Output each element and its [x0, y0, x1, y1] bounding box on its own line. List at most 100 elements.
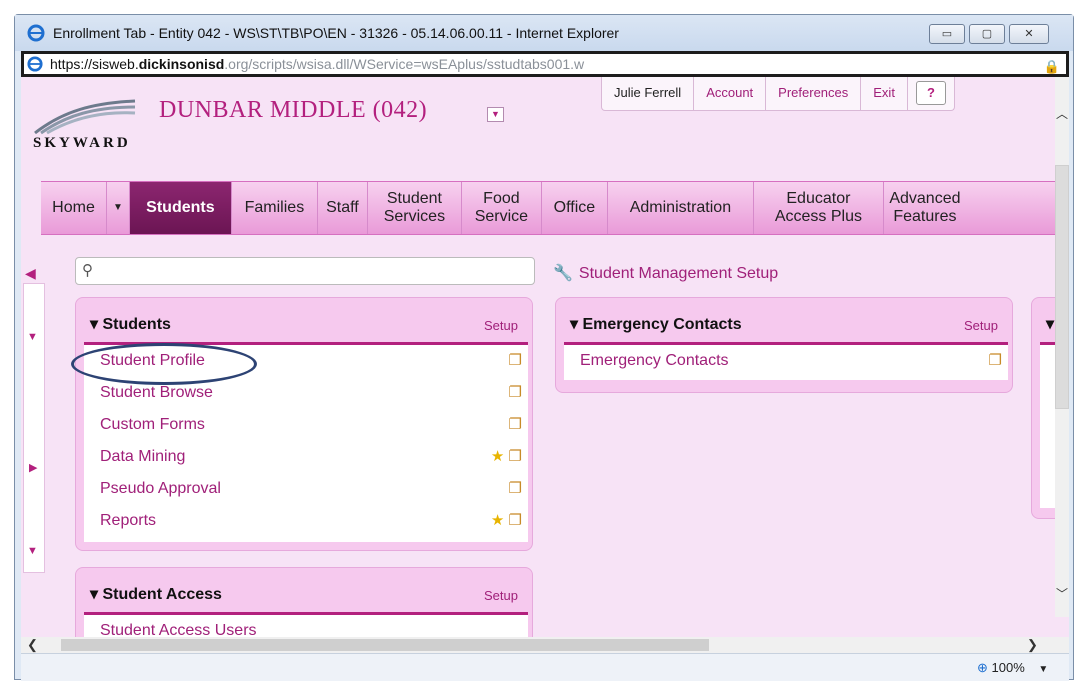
logo-text: SKYWARD [33, 135, 131, 151]
maximize-button[interactable]: ▢ [969, 24, 1005, 44]
page-content: SKYWARD DUNBAR MIDDLE (042) ▼ Julie Ferr… [21, 77, 1069, 637]
list-item[interactable]: Pseudo Approval ❐ [84, 473, 528, 505]
setup-link-label: Student Management Setup [578, 265, 779, 282]
add-favorite-icon[interactable]: ❐ [509, 384, 522, 401]
add-favorite-icon[interactable]: ❐ [509, 448, 522, 465]
custom-forms-link[interactable]: Custom Forms [100, 416, 205, 433]
window-title: Enrollment Tab - Entity 042 - WS\ST\TB\P… [53, 25, 619, 41]
rail-strip [23, 283, 45, 573]
panel-title-text: Student Access [102, 586, 222, 603]
students-setup-link[interactable]: Setup [484, 318, 518, 333]
chevron-down-icon[interactable]: ▼ [107, 182, 130, 234]
collapse-left-icon[interactable]: ◀ [25, 265, 36, 282]
star-icon[interactable]: ★ [491, 512, 504, 529]
top-links: Julie Ferrell Account Preferences Exit ? [601, 77, 955, 111]
tab-food-service[interactable]: Food Service [462, 182, 542, 234]
add-favorite-icon[interactable]: ❐ [509, 352, 522, 369]
triangle-down-icon[interactable]: ▼ [27, 331, 38, 343]
students-panel-header: ▾ Students Setup [76, 298, 532, 344]
vertical-scroll-thumb[interactable] [1055, 165, 1069, 409]
emergency-contacts-link[interactable]: Emergency Contacts [580, 352, 729, 369]
student-access-users-link[interactable]: Student Access Users [100, 622, 257, 637]
tab-educator-access-plus[interactable]: Educator Access Plus [754, 182, 884, 234]
help-button[interactable]: ? [915, 81, 946, 105]
access-panel-header: ▾ Student Access Setup [76, 568, 532, 614]
tab-advanced-features[interactable]: Advanced Features [884, 182, 966, 234]
students-panel: ▾ Students Setup Student Profile ❐ Studen… [75, 297, 533, 551]
status-bar: ⊕ 100% ▼ [21, 653, 1069, 681]
zoom-icon: ⊕ [977, 660, 988, 675]
triangle-right-icon[interactable]: ▶ [29, 461, 37, 474]
panel-title-text: Students [102, 316, 171, 333]
add-favorite-icon[interactable]: ❐ [509, 512, 522, 529]
horizontal-scrollbar[interactable]: ❮ ❯ [21, 637, 1069, 653]
data-mining-link[interactable]: Data Mining [100, 448, 185, 465]
url-suffix: .org/scripts/wsisa.dll/WService=wsEAplus… [224, 56, 585, 72]
skyward-logo: SKYWARD [33, 97, 143, 157]
ie-logo-icon [27, 24, 45, 42]
list-item[interactable]: Custom Forms ❐ [84, 409, 528, 441]
scroll-down-icon[interactable]: ﹀ [1056, 585, 1068, 602]
user-name: Julie Ferrell [602, 77, 695, 110]
chevron-down-icon[interactable]: ▼ [487, 107, 504, 122]
emergency-panel-header: ▾ Emergency Contacts Setup [556, 298, 1012, 344]
access-panel-title[interactable]: ▾ Student Access [90, 584, 222, 604]
emergency-contacts-panel: ▾ Emergency Contacts Setup Emergency Con… [555, 297, 1013, 393]
address-bar[interactable]: https://sisweb.dickinsonisd.org/scripts/… [21, 51, 1069, 77]
scroll-up-icon[interactable]: ︿ [1056, 105, 1068, 122]
lock-icon: 🔒 [1043, 59, 1060, 74]
highlight-circle [71, 343, 257, 385]
swoosh-icon [34, 99, 136, 135]
add-favorite-icon[interactable]: ❐ [989, 352, 1002, 369]
url-prefix: https://sisweb. [50, 56, 139, 72]
student-management-setup-link[interactable]: 🔧 Student Management Setup [553, 263, 778, 283]
zoom-level: 100% [991, 660, 1025, 675]
exit-link[interactable]: Exit [861, 77, 908, 110]
star-icon[interactable]: ★ [491, 448, 504, 465]
account-link[interactable]: Account [694, 77, 767, 110]
school-name[interactable]: DUNBAR MIDDLE (042) [159, 97, 427, 124]
chevron-down-icon[interactable]: ▼ [1038, 664, 1048, 675]
list-item[interactable]: Reports ★ ❐ [84, 505, 528, 537]
title-bar: Enrollment Tab - Entity 042 - WS\ST\TB\P… [15, 15, 1073, 51]
tab-administration[interactable]: Administration [608, 182, 754, 234]
wrench-icon: 🔧 [553, 265, 573, 282]
triangle-down-icon[interactable]: ▼ [27, 545, 38, 557]
access-setup-link[interactable]: Setup [484, 588, 518, 603]
emergency-setup-link[interactable]: Setup [964, 318, 998, 333]
reports-link[interactable]: Reports [100, 512, 156, 529]
add-favorite-icon[interactable]: ❐ [509, 416, 522, 433]
tab-student-services[interactable]: Student Services [368, 182, 462, 234]
student-access-panel: ▾ Student Access Setup Student Access Us… [75, 567, 533, 637]
main-nav: Home ▼ Students Families Staff Student S… [41, 181, 1061, 235]
emergency-panel-body: Emergency Contacts ❐ [564, 342, 1008, 380]
list-item[interactable]: Emergency Contacts ❐ [564, 345, 1008, 377]
tab-home[interactable]: Home [41, 182, 107, 234]
left-rail: ◀ ▼ ▶ ▼ [21, 235, 49, 637]
panel-title-text: Emergency Contacts [582, 316, 742, 333]
browser-window: Enrollment Tab - Entity 042 - WS\ST\TB\P… [14, 14, 1074, 681]
tab-families[interactable]: Families [232, 182, 318, 234]
scroll-left-icon[interactable]: ❮ [27, 637, 38, 653]
minimize-button[interactable]: ▭ [929, 24, 965, 44]
url-text: https://sisweb.dickinsonisd.org/scripts/… [50, 54, 584, 74]
close-button[interactable]: ✕ [1009, 24, 1049, 44]
tab-students[interactable]: Students [129, 182, 232, 234]
add-favorite-icon[interactable]: ❐ [509, 480, 522, 497]
students-panel-title[interactable]: ▾ Students [90, 314, 171, 334]
tab-staff[interactable]: Staff [318, 182, 368, 234]
tab-office[interactable]: Office [542, 182, 608, 234]
student-browse-link[interactable]: Student Browse [100, 384, 213, 401]
preferences-link[interactable]: Preferences [766, 77, 862, 110]
list-item[interactable]: Data Mining ★ ❐ [84, 441, 528, 473]
list-item[interactable]: Student Access Users [84, 615, 528, 637]
scroll-right-icon[interactable]: ❯ [1027, 637, 1038, 653]
access-panel-body: Student Access Users [84, 612, 528, 637]
horizontal-scroll-thumb[interactable] [61, 639, 709, 651]
ie-logo-icon [27, 56, 43, 72]
zoom-control[interactable]: ⊕ 100% ▼ [977, 660, 1048, 676]
search-input[interactable]: ⚲ [75, 257, 535, 285]
url-domain: dickinsonisd [138, 56, 225, 72]
pseudo-approval-link[interactable]: Pseudo Approval [100, 480, 221, 497]
emergency-panel-title[interactable]: ▾ Emergency Contacts [570, 314, 742, 334]
